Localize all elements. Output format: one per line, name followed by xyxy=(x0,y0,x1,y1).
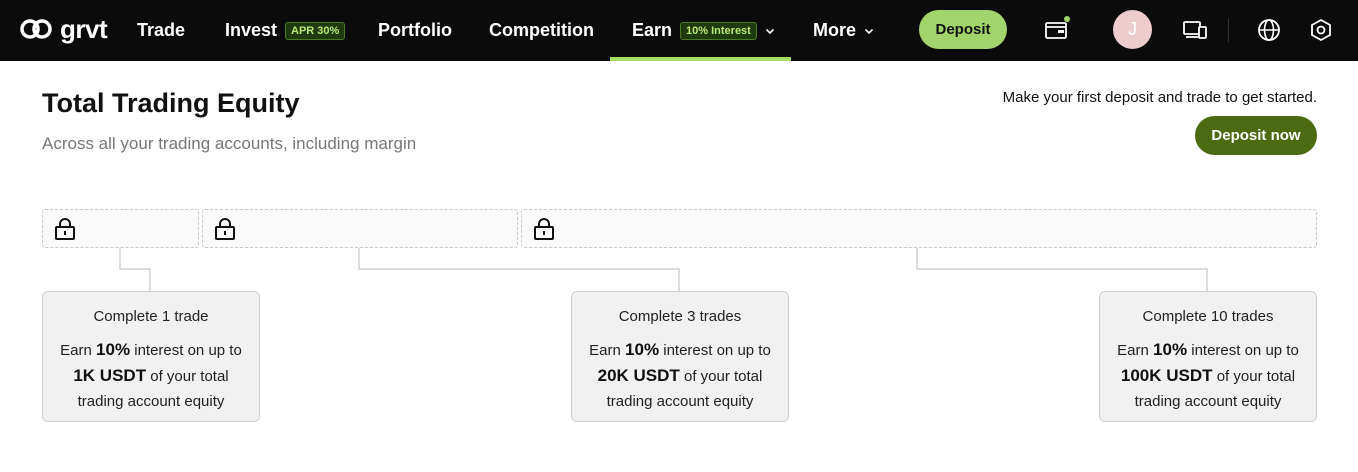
tier-title: Complete 10 trades xyxy=(1142,308,1274,325)
tier-card-3: Complete 10 trades Earn 10% interest on … xyxy=(1099,291,1317,422)
tier-rate: 10% xyxy=(1153,340,1188,359)
tier-card-2: Complete 3 trades Earn 10% interest on u… xyxy=(571,291,789,422)
tier-title: Complete 1 trade xyxy=(93,308,209,325)
tier-rate: 10% xyxy=(96,340,131,359)
tier-card-1: Complete 1 trade Earn 10% interest on up… xyxy=(42,291,260,422)
tier-cap: 1K USDT xyxy=(73,366,147,385)
tier-rate: 10% xyxy=(625,340,660,359)
tier-cap: 20K USDT xyxy=(597,366,680,385)
tier-cap: 100K USDT xyxy=(1120,366,1213,385)
tier-description: Earn 10% interest on up to 100K USDT of … xyxy=(1117,340,1299,410)
tier-title: Complete 3 trades xyxy=(618,308,742,325)
tier-description: Earn 10% interest on up to 1K USDT of yo… xyxy=(60,340,242,410)
tier-description: Earn 10% interest on up to 20K USDT of y… xyxy=(589,340,771,410)
